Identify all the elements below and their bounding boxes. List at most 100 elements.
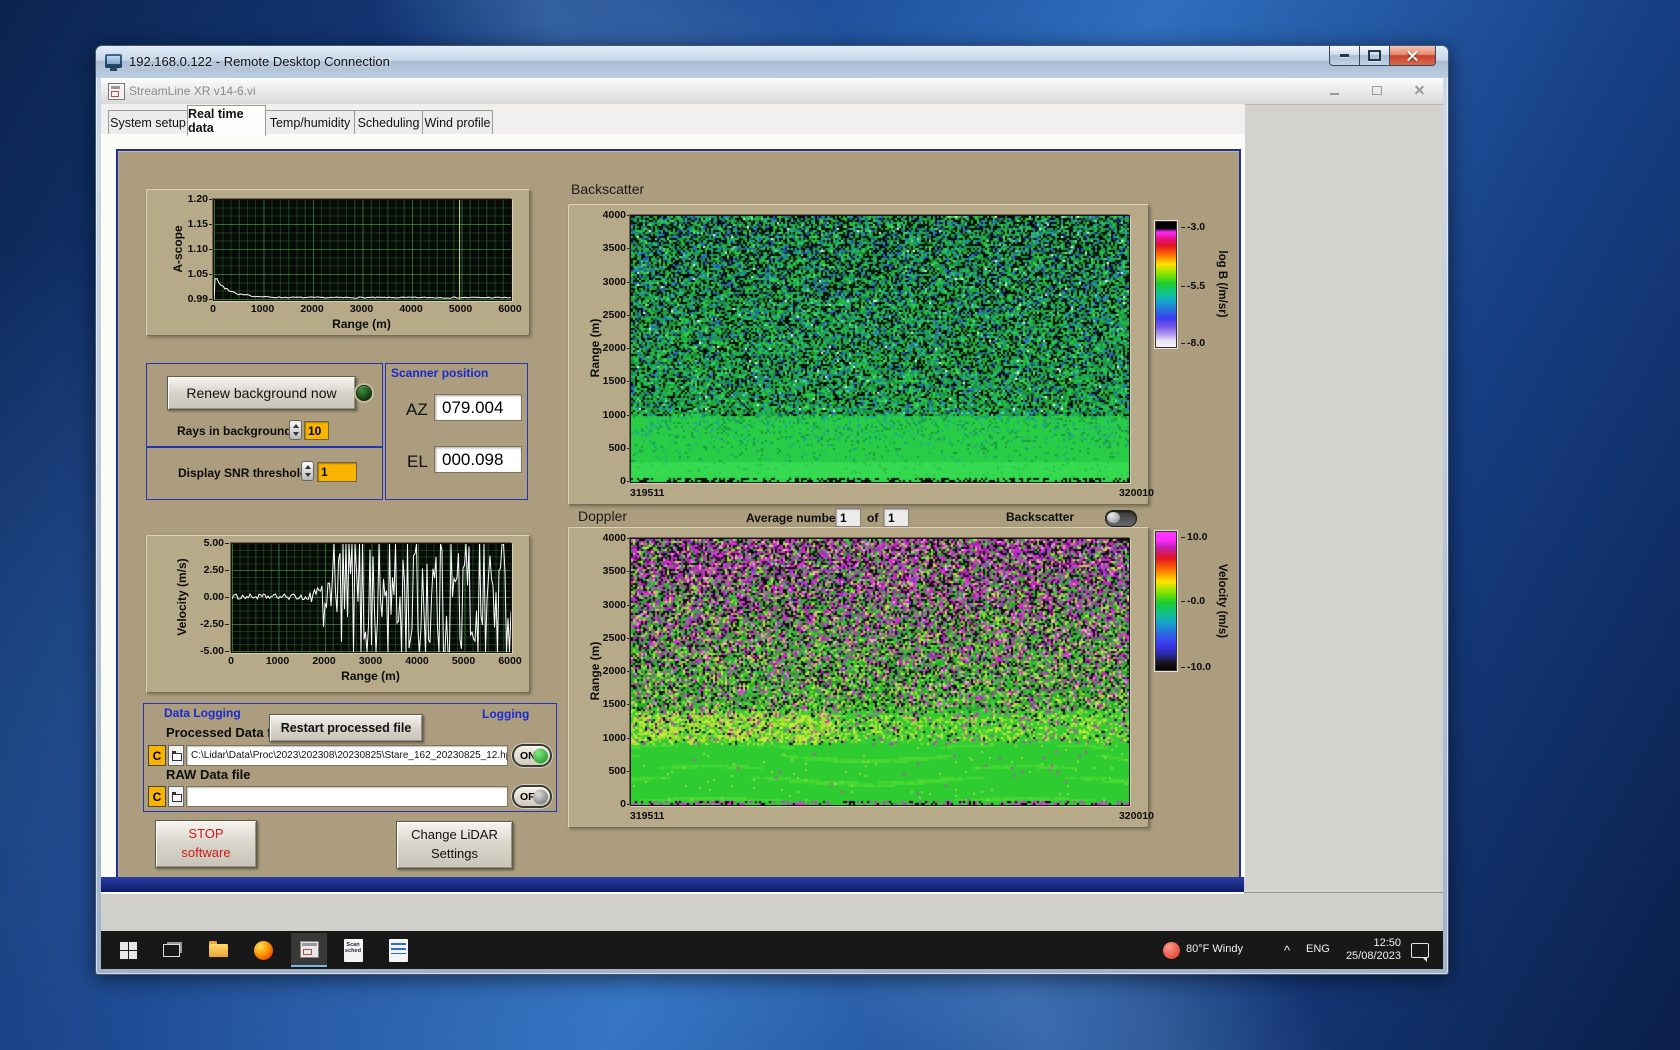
logging-label: Logging — [482, 707, 529, 721]
backscatter-colorbar — [1155, 221, 1177, 348]
app-title: StreamLine XR v14-6.vi — [129, 84, 256, 98]
raw-browse-icon[interactable] — [168, 786, 184, 807]
backscatter-section-title: Backscatter — [571, 181, 644, 197]
restore-icon — [1372, 86, 1382, 95]
average-total-field[interactable]: 1 — [883, 508, 909, 527]
doppler-colorbar — [1155, 531, 1177, 671]
toggle-knob-on — [533, 748, 548, 763]
schedule-list-icon — [389, 939, 408, 962]
folder-icon — [209, 944, 228, 957]
stop-line1: STOP — [188, 825, 223, 844]
rdp-titlebar[interactable]: 192.168.0.122 - Remote Desktop Connectio… — [96, 46, 1448, 78]
windows-logo-icon — [120, 942, 137, 959]
taskbar: Scansched 80°F Windy ^ ENG 12:50 25/08/2… — [101, 931, 1443, 969]
app-titlebar[interactable]: StreamLine XR v14-6.vi — [101, 78, 1443, 105]
app-window-controls — [1328, 84, 1427, 97]
rays-value-field[interactable]: 10 — [304, 421, 329, 440]
tray-chevron[interactable]: ^ — [1284, 943, 1290, 958]
schedule-list-button[interactable] — [385, 938, 411, 962]
background-led-indicator — [356, 385, 372, 401]
processed-path-field[interactable]: C:\Lidar\Data\Proc\2023\202308\20230825\… — [186, 745, 508, 766]
change-line2: Settings — [431, 845, 478, 864]
velocity-plot-area — [231, 543, 512, 653]
clock[interactable]: 12:50 25/08/2023 — [1339, 937, 1401, 963]
desktop: 192.168.0.122 - Remote Desktop Connectio… — [0, 0, 1680, 1050]
start-button[interactable] — [115, 938, 141, 962]
of-label: of — [867, 511, 878, 525]
data-logging-box: Data Logging Processed Data file Restart… — [143, 703, 557, 812]
tab-temp-humidity[interactable]: Temp/humidity — [265, 110, 355, 135]
scan-schedule-icon: Scansched — [344, 939, 363, 962]
backscatter-colorbar-label: log B (/m/sr) — [1216, 250, 1228, 317]
background-box: Renew background now Rays in background … — [146, 363, 383, 448]
snr-value-field[interactable]: 1 — [317, 462, 357, 482]
rdp-close-button[interactable] — [1389, 46, 1436, 66]
streamline-app-icon — [300, 941, 319, 958]
data-logging-title: Data Logging — [164, 706, 241, 720]
processed-logging-toggle[interactable]: ON — [512, 744, 552, 767]
velocity-x-axis: 0100020003000400050006000 — [231, 655, 510, 667]
raw-logging-toggle[interactable]: OFF — [512, 785, 552, 808]
app-restore-button[interactable] — [1370, 84, 1385, 97]
snr-threshold-label: Display SNR threshold — [178, 466, 307, 480]
language-indicator[interactable]: ENG — [1306, 943, 1330, 955]
clock-date: 25/08/2023 — [1346, 950, 1401, 962]
doppler-x-end: 320010 — [1034, 810, 1154, 822]
backscatter-x-start: 319511 — [630, 487, 664, 499]
tab-bar: System setup Real time data Temp/humidit… — [101, 104, 1245, 135]
rays-in-background-label: Rays in background — [177, 424, 292, 438]
action-center-button[interactable] — [1407, 938, 1433, 962]
backscatter-display-toggle[interactable] — [1105, 510, 1137, 527]
ascope-y-axis: 1.201.151.101.050.99 — [164, 199, 208, 299]
processed-data-file-label: Processed Data file — [166, 725, 286, 740]
rdp-icon — [105, 54, 122, 68]
doppler-colorbar-label: Velocity (m/s) — [1216, 564, 1228, 638]
average-number-label: Average number — [746, 511, 840, 525]
processed-browse-icon[interactable] — [168, 745, 184, 766]
doppler-heatmap — [630, 538, 1130, 806]
tab-system-setup[interactable]: System setup — [108, 110, 188, 135]
app-close-button[interactable] — [1412, 84, 1427, 97]
snr-box: Display SNR threshold 1 — [146, 446, 383, 500]
tab-wind-profile[interactable]: Wind profile — [422, 110, 493, 135]
firefox-button[interactable] — [250, 938, 276, 962]
doppler-y-axis: 40003500300025002000150010005000 — [578, 538, 626, 804]
snr-spinner[interactable] — [301, 461, 314, 481]
tab-scheduling[interactable]: Scheduling — [354, 110, 423, 135]
rdp-minimize-button[interactable] — [1329, 46, 1360, 66]
el-value: 000.098 — [434, 446, 522, 473]
weather-widget[interactable] — [1158, 938, 1184, 962]
weather-icon — [1163, 942, 1180, 959]
stop-software-button[interactable]: STOP software — [155, 820, 257, 868]
doppler-x-start: 319511 — [630, 810, 664, 822]
rdp-maximize-button[interactable] — [1359, 46, 1390, 66]
restart-processed-file-button[interactable]: Restart processed file — [269, 714, 423, 742]
minimize-icon — [1340, 54, 1349, 57]
task-view-button[interactable] — [158, 938, 184, 962]
rdp-window-controls — [1330, 46, 1436, 66]
ascope-cursor[interactable] — [459, 200, 460, 300]
backscatter-heatmap — [630, 215, 1130, 483]
tab-real-time-data[interactable]: Real time data — [187, 105, 266, 136]
ascope-x-axis: 0100020003000400050006000 — [213, 303, 510, 315]
velocity-x-axis-label: Range (m) — [231, 669, 510, 683]
processed-drive-button[interactable]: C — [148, 745, 166, 766]
backscatter-heatmap-canvas — [631, 216, 1129, 482]
streamline-app-taskbar-button[interactable] — [291, 933, 327, 967]
average-number-field[interactable]: 1 — [835, 508, 861, 527]
scanner-position-title: Scanner position — [391, 366, 488, 380]
app-minimize-button[interactable] — [1328, 84, 1343, 97]
raw-drive-button[interactable]: C — [148, 786, 166, 807]
doppler-section-title: Doppler — [578, 508, 627, 524]
raw-path-field[interactable] — [186, 786, 508, 807]
toggle-knob-off — [533, 789, 548, 804]
scan-schedule-button[interactable]: Scansched — [340, 938, 366, 962]
file-explorer-button[interactable] — [205, 938, 231, 962]
clock-time: 12:50 — [1373, 937, 1401, 949]
weather-text[interactable]: 80°F Windy — [1186, 943, 1243, 955]
change-lidar-settings-button[interactable]: Change LiDAR Settings — [396, 821, 513, 869]
renew-background-button[interactable]: Renew background now — [167, 376, 356, 410]
backscatter-toggle-label: Backscatter — [1006, 510, 1074, 524]
main-panel: A-scope 1.201.151.101.050.99 01000200030… — [116, 149, 1241, 877]
rays-spinner[interactable] — [289, 420, 302, 440]
